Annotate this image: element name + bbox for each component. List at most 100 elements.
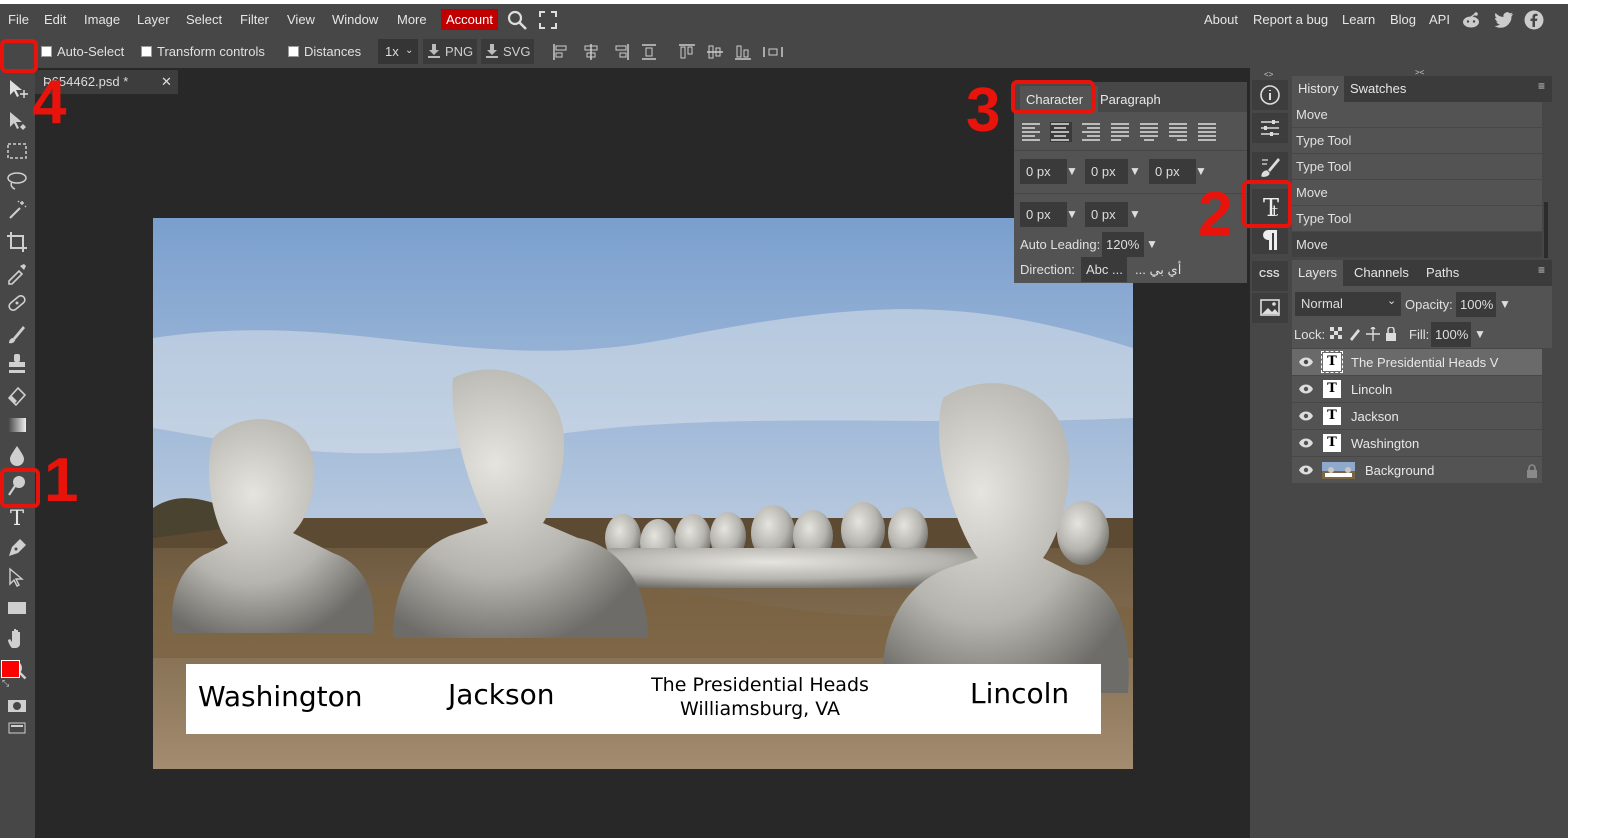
distribute-v-icon[interactable] [762, 43, 784, 61]
caption-washington[interactable]: Washington [198, 680, 363, 713]
account-button[interactable]: Account [441, 9, 498, 30]
move-tool[interactable] [4, 76, 30, 102]
link-about[interactable]: About [1204, 12, 1238, 27]
caption-title-line1[interactable]: The Presidential Heads [642, 674, 878, 696]
lasso-tool[interactable] [4, 168, 30, 194]
eye-icon[interactable] [1298, 464, 1314, 476]
history-scrollbar[interactable] [1544, 202, 1548, 258]
export-svg-button[interactable]: SVG [481, 39, 534, 64]
direct-select-tool[interactable] [4, 565, 30, 591]
tracking-field[interactable]: 0 px [1149, 159, 1196, 184]
dropdown-arrow-icon[interactable]: ▼ [1066, 207, 1078, 221]
panel-menu-icon[interactable]: ≡ [1538, 263, 1545, 277]
distances-checkbox[interactable] [288, 46, 299, 57]
close-icon[interactable]: ✕ [161, 74, 172, 90]
align-left-icon[interactable] [552, 43, 570, 61]
direction-ltr-button[interactable]: Abc ... [1081, 257, 1127, 282]
layer-row-selected[interactable]: T The Presidential Heads V [1292, 349, 1542, 376]
lock-icon[interactable] [1526, 464, 1538, 478]
dropdown-arrow-icon[interactable]: ▼ [1499, 297, 1511, 311]
menu-more[interactable]: More [397, 12, 427, 27]
tab-history[interactable]: History [1292, 76, 1345, 102]
gradient-tool[interactable] [4, 412, 30, 438]
history-item[interactable]: Move [1292, 102, 1542, 128]
quick-mask-icon[interactable] [7, 699, 27, 713]
dropdown-arrow-icon[interactable]: ▼ [1129, 164, 1141, 178]
layer-row[interactable]: T Lincoln [1292, 376, 1542, 403]
link-report-bug[interactable]: Report a bug [1253, 12, 1328, 27]
history-item-current[interactable]: Move [1292, 232, 1542, 258]
brushes-panel-button[interactable] [1252, 152, 1288, 182]
eyedropper-tool[interactable] [4, 260, 30, 286]
adjustments-panel-button[interactable] [1252, 113, 1288, 143]
history-item[interactable]: Type Tool [1292, 128, 1542, 154]
path-select-tool[interactable] [4, 108, 30, 134]
link-blog[interactable]: Blog [1390, 12, 1416, 27]
layer-row[interactable]: Background [1292, 457, 1542, 484]
dropdown-arrow-icon[interactable]: ▼ [1066, 164, 1078, 178]
link-learn[interactable]: Learn [1342, 12, 1375, 27]
leading-field[interactable]: 0 px [1085, 159, 1128, 184]
menu-layer[interactable]: Layer [137, 12, 170, 27]
paragraph-panel-button[interactable] [1252, 224, 1288, 254]
dropdown-arrow-icon[interactable]: ▼ [1146, 237, 1158, 251]
export-png-button[interactable]: PNG [423, 39, 477, 64]
stamp-tool[interactable] [4, 351, 30, 377]
tab-paragraph[interactable]: Paragraph [1094, 86, 1167, 112]
menu-select[interactable]: Select [186, 12, 222, 27]
distribute-h-icon[interactable] [640, 43, 658, 61]
healing-tool[interactable] [4, 290, 30, 316]
collapse-arrows-icon[interactable]: <> [1264, 70, 1273, 79]
history-item[interactable]: Move [1292, 180, 1542, 206]
tab-channels[interactable]: Channels [1348, 260, 1415, 286]
css-panel-button[interactable]: CSS [1252, 261, 1288, 291]
menu-file[interactable]: File [8, 12, 29, 27]
screen-mode-icon[interactable] [8, 722, 26, 734]
hand-tool[interactable] [4, 626, 30, 652]
facebook-icon[interactable] [1524, 10, 1544, 30]
direction-rtl-button[interactable]: ... أي بي [1135, 262, 1181, 278]
menu-filter[interactable]: Filter [240, 12, 269, 27]
auto-leading-field[interactable]: 120% [1102, 232, 1144, 257]
dropdown-arrow-icon[interactable]: ▼ [1195, 164, 1207, 178]
lock-options-icons[interactable] [1330, 327, 1408, 341]
caption-jackson[interactable]: Jackson [448, 678, 555, 711]
menu-image[interactable]: Image [84, 12, 120, 27]
auto-select-checkbox[interactable] [41, 46, 52, 57]
brush-tool[interactable] [4, 321, 30, 347]
baseline-field[interactable]: 0 px [1020, 202, 1067, 227]
tab-paths[interactable]: Paths [1420, 260, 1465, 286]
layer-row[interactable]: T Washington [1292, 430, 1542, 457]
fill-field[interactable]: 100% [1431, 322, 1471, 347]
align-middle-icon[interactable] [706, 43, 724, 61]
dropdown-arrow-icon[interactable]: ▼ [1474, 327, 1486, 341]
reddit-icon[interactable] [1461, 11, 1481, 29]
eye-icon[interactable] [1298, 356, 1314, 368]
kerning-field[interactable]: 0 px [1085, 202, 1128, 227]
crop-tool[interactable] [4, 229, 30, 255]
info-panel-button[interactable] [1252, 80, 1288, 110]
align-center-h-icon[interactable] [582, 43, 600, 61]
zoom-select[interactable]: 1x ⌄ [378, 39, 418, 64]
history-item[interactable]: Type Tool [1292, 154, 1542, 180]
eye-icon[interactable] [1298, 410, 1314, 422]
align-bottom-icon[interactable] [734, 43, 752, 61]
eye-icon[interactable] [1298, 437, 1314, 449]
opacity-field[interactable]: 100% [1456, 292, 1496, 317]
dropdown-arrow-icon[interactable]: ▼ [1129, 207, 1141, 221]
align-top-icon[interactable] [678, 43, 696, 61]
image-panel-button[interactable] [1252, 293, 1288, 323]
search-icon[interactable] [507, 10, 529, 32]
menu-edit[interactable]: Edit [44, 12, 66, 27]
history-item[interactable]: Type Tool [1292, 206, 1542, 232]
font-size-field[interactable]: 0 px [1020, 159, 1067, 184]
blend-mode-select[interactable]: Normal ⌄ [1295, 292, 1401, 316]
align-right-icon[interactable] [612, 43, 630, 61]
tab-swatches[interactable]: Swatches [1344, 76, 1412, 102]
foreground-color-swatch[interactable] [1, 660, 20, 678]
link-api[interactable]: API [1429, 12, 1450, 27]
document-canvas[interactable]: Washington Jackson The Presidential Head… [153, 218, 1133, 769]
swap-colors-icon[interactable]: ⤡ [2, 678, 12, 688]
fullscreen-icon[interactable] [539, 11, 557, 29]
caption-title-line2[interactable]: Williamsburg, VA [642, 698, 878, 720]
